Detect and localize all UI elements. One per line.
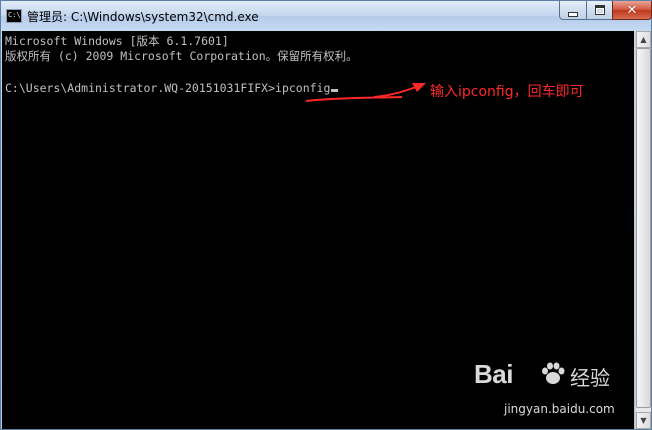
console-line: Microsoft Windows [版本 6.1.7601] [5,34,229,48]
close-button[interactable]: ✕ [612,1,652,20]
watermark-logo: Bai [474,359,513,389]
minimize-button[interactable] [559,1,587,20]
command-text: C:\Users\Administrator.WQ-20151031FIFX>i… [5,81,331,95]
scrollbar-thumb[interactable] [636,48,651,408]
vertical-scrollbar[interactable]: ▲ ▼ [635,31,651,429]
title-bar[interactable]: C:\ 管理员: C:\Windows\system32\cmd.exe ✕ [1,1,652,31]
maximize-icon [594,5,605,15]
cmd-window: C:\ 管理员: C:\Windows\system32\cmd.exe ✕ M… [0,0,652,430]
scroll-down-button[interactable]: ▼ [636,412,651,429]
cmd-app-icon[interactable]: C:\ [6,9,22,23]
annotation-text: 输入ipconfig，回车即可 [430,84,584,100]
close-icon: ✕ [626,2,638,18]
scroll-up-button[interactable]: ▲ [636,31,651,48]
window-title: 管理员: C:\Windows\system32\cmd.exe [27,10,259,24]
arrow-up-icon: ▲ [640,35,647,44]
console-output[interactable]: Microsoft Windows [版本 6.1.7601] 版权所有 (c)… [2,31,634,429]
console-line: 版权所有 (c) 2009 Microsoft Corporation。保留所有… [5,49,358,63]
baidu-paw-icon [542,362,565,384]
command-prompt-line: C:\Users\Administrator.WQ-20151031FIFX>i… [5,81,339,95]
watermark-suffix: 经验 [570,366,610,390]
minimize-icon [568,11,578,17]
watermark-url: jingyan.baidu.com [504,402,615,416]
maximize-button[interactable] [586,1,613,20]
text-cursor [331,89,339,92]
arrow-down-icon: ▼ [640,416,647,425]
baidu-watermark: Bai 经验 jingyan.baidu.com [474,359,624,425]
